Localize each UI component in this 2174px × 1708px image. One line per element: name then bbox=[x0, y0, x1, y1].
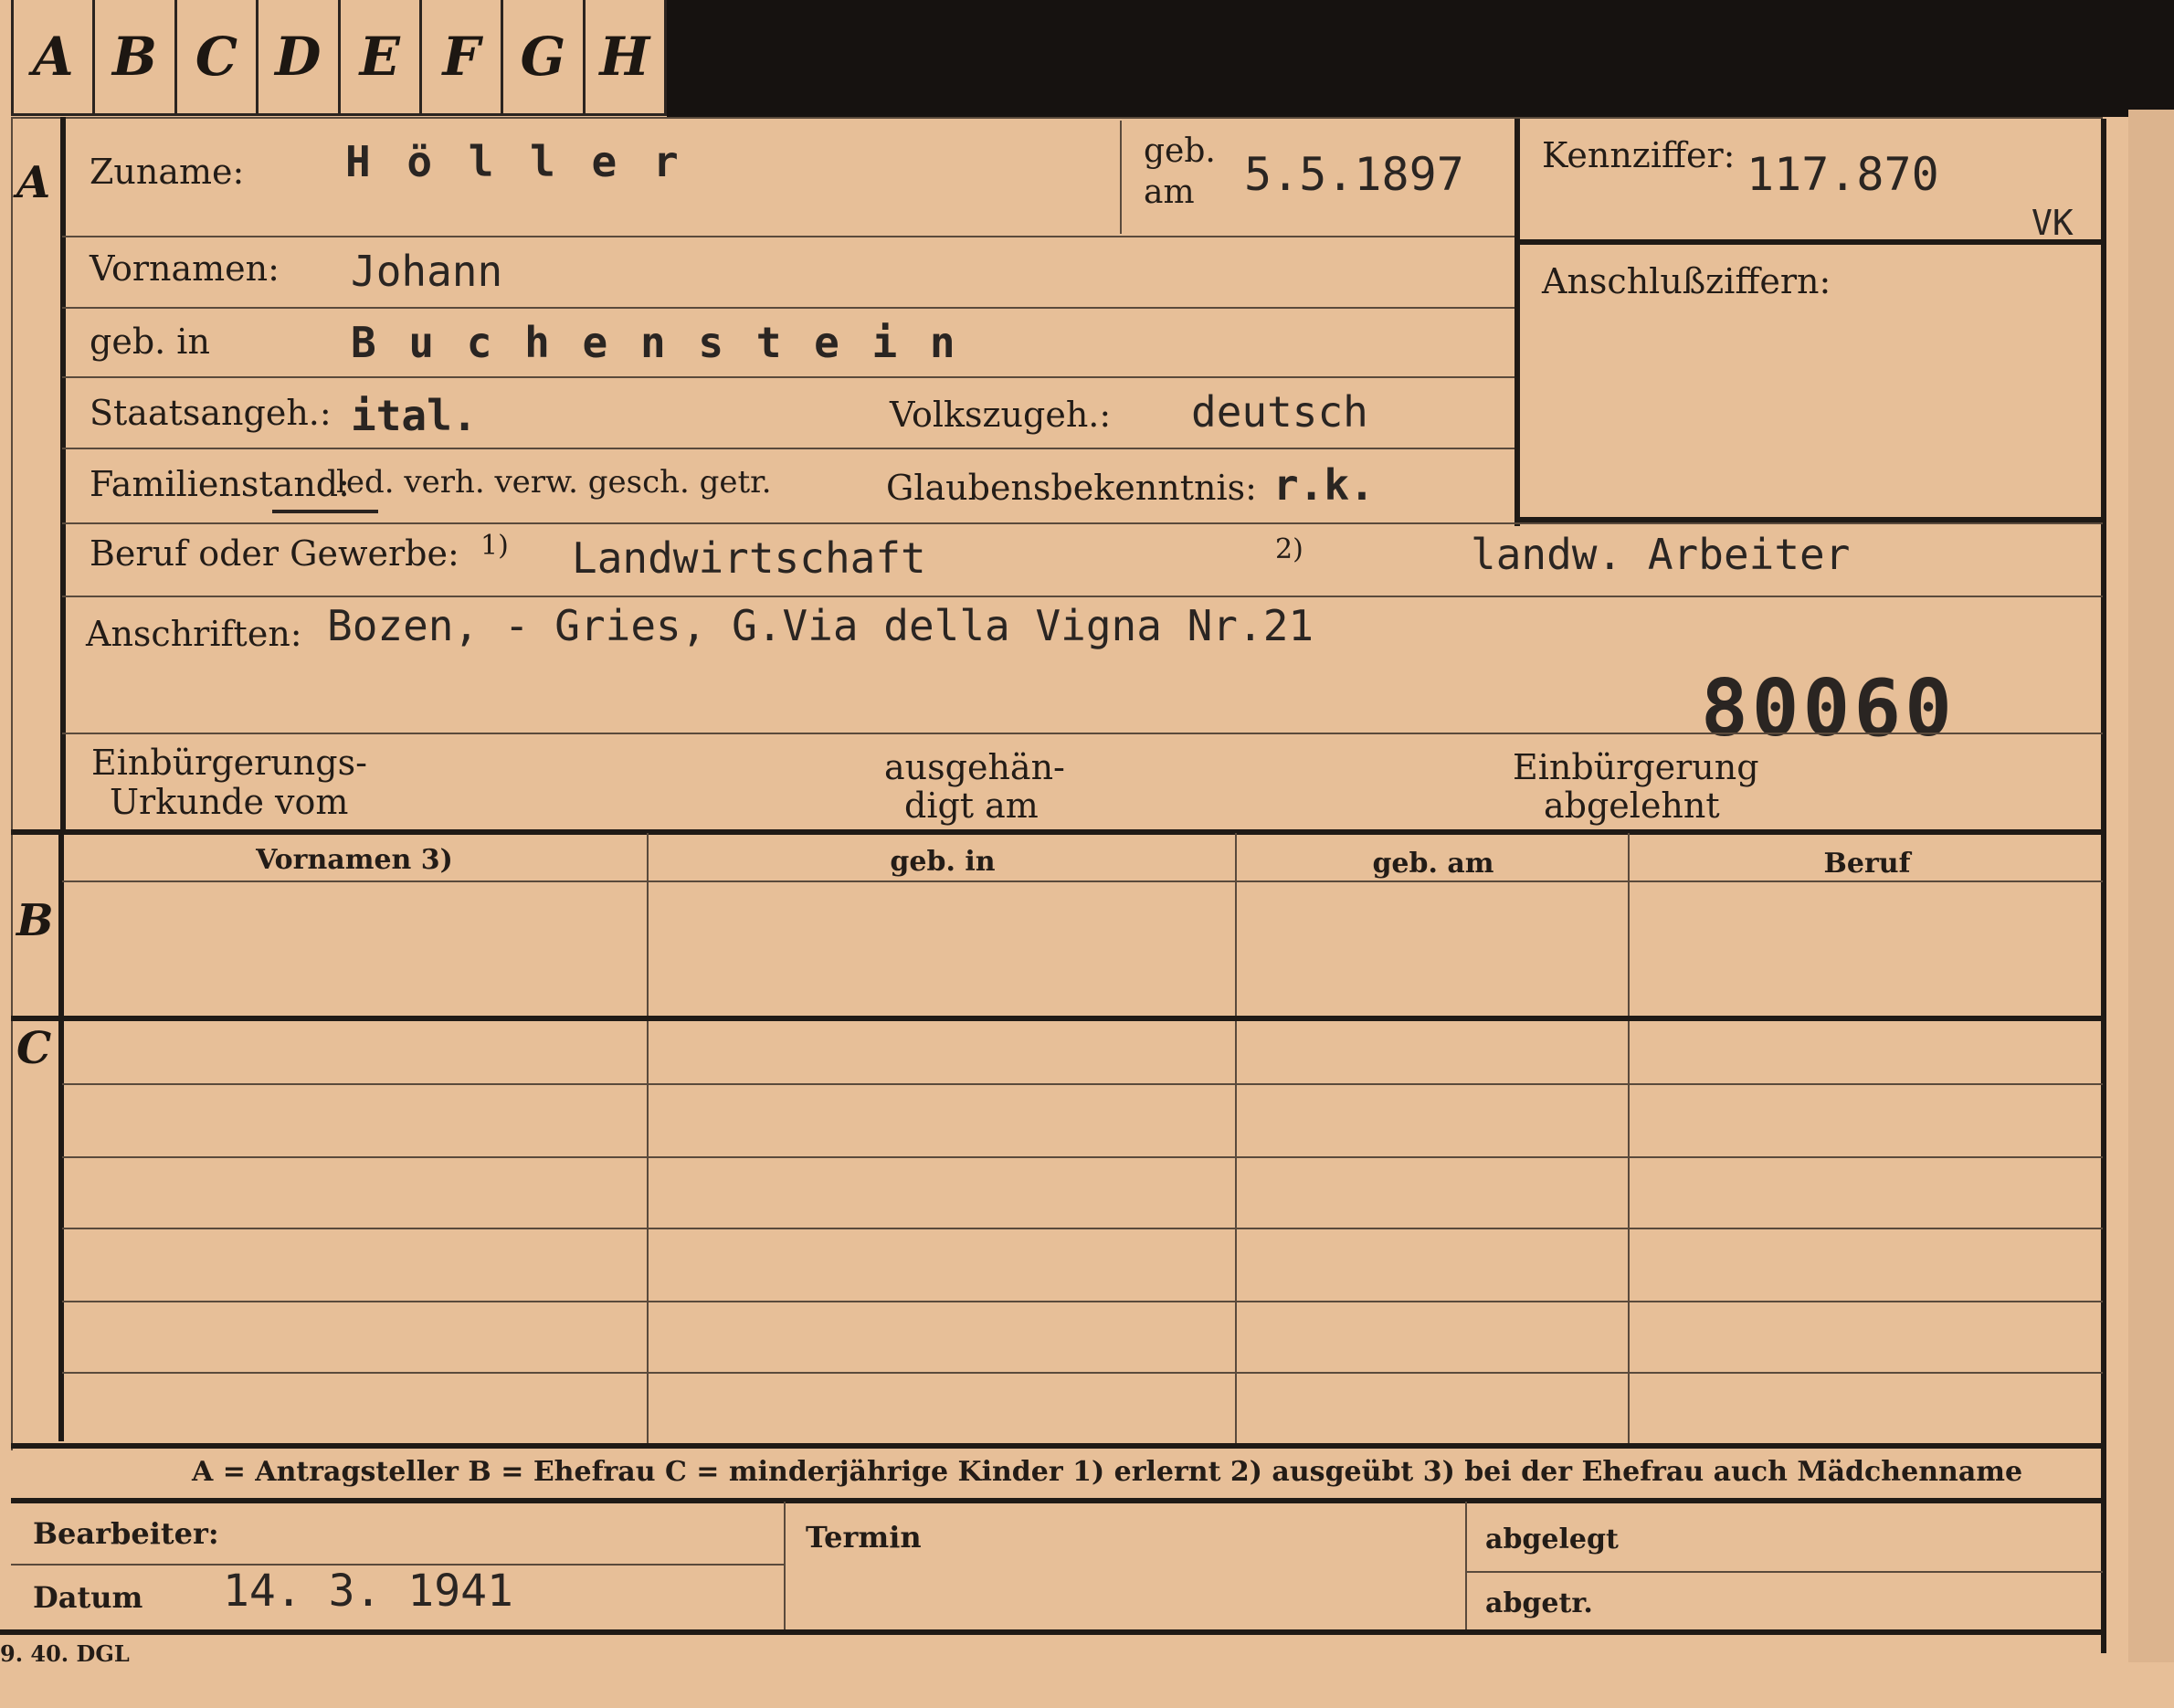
table-row bbox=[62, 1372, 2103, 1374]
rule bbox=[11, 117, 2103, 119]
rule bbox=[62, 596, 2103, 597]
ausgehaendigt-1: ausgehän- bbox=[884, 747, 1065, 787]
table-row bbox=[62, 1156, 2103, 1158]
legend-text: A = Antragsteller B = Ehefrau C = minder… bbox=[192, 1456, 2023, 1488]
anschlussziffern-label: Anschlußziffern: bbox=[1542, 261, 1831, 301]
print-code: 9. 40. DGL bbox=[0, 1640, 130, 1667]
card-edge bbox=[2128, 110, 2174, 1662]
stamp-number: 80060 bbox=[1701, 663, 1956, 754]
vornamen-label: Vornamen: bbox=[90, 248, 280, 289]
rule bbox=[0, 1629, 2106, 1635]
beruf-note-2: 2) bbox=[1275, 533, 1303, 565]
geb-in-value: B u c h e n s t e i n bbox=[351, 318, 959, 367]
tab-b[interactable]: B bbox=[95, 0, 177, 113]
einbuergerung-abgelehnt-2: abgelehnt bbox=[1544, 785, 1720, 826]
record-card: A B C D E F G H A Zuname: H ö l l e r ge… bbox=[0, 0, 2174, 1708]
beruf-note-1: 1) bbox=[480, 530, 509, 562]
section-letter-b: B bbox=[16, 895, 54, 946]
familienstand-underline bbox=[272, 510, 378, 513]
familienstand-options: led. verh. verw. gesch. getr. bbox=[336, 464, 772, 501]
einbuergerung-urkunde-1: Einbürgerungs- bbox=[91, 743, 367, 783]
tab-f[interactable]: F bbox=[421, 0, 504, 113]
section-letter-c: C bbox=[16, 1023, 52, 1074]
staatsangeh-label: Staatsangeh.: bbox=[90, 393, 332, 433]
glaubens-label: Glaubensbekenntnis: bbox=[886, 468, 1257, 508]
volkszugeh-value: deutsch bbox=[1191, 387, 1368, 437]
rule bbox=[11, 829, 2106, 835]
zuname-value: H ö l l e r bbox=[345, 137, 684, 186]
familienstand-label: Familienstand: bbox=[90, 464, 350, 504]
rule bbox=[60, 117, 66, 831]
table-row bbox=[62, 1301, 2103, 1302]
datum-value: 14. 3. 1941 bbox=[223, 1566, 513, 1617]
beruf-value-1: Landwirtschaft bbox=[572, 533, 926, 583]
tab-d[interactable]: D bbox=[259, 0, 341, 113]
rule bbox=[647, 833, 649, 1443]
geb-am-label-1: geb. bbox=[1144, 132, 1216, 170]
geb-am-label-2: am bbox=[1144, 174, 1195, 211]
rule bbox=[11, 1016, 2106, 1021]
background-strip bbox=[667, 0, 2174, 117]
kennziffer-label: Kennziffer: bbox=[1542, 135, 1736, 175]
rule bbox=[62, 307, 1514, 309]
datum-label: Datum bbox=[33, 1580, 143, 1615]
tab-c[interactable]: C bbox=[176, 0, 259, 113]
tab-e[interactable]: E bbox=[340, 0, 422, 113]
tab-h[interactable]: H bbox=[585, 0, 667, 113]
rule bbox=[1235, 833, 1237, 1443]
rule bbox=[62, 733, 2103, 734]
vornamen-value: Johann bbox=[351, 247, 503, 296]
rule bbox=[2101, 119, 2106, 1653]
table-row bbox=[62, 1083, 2103, 1085]
bearbeiter-label: Bearbeiter: bbox=[33, 1516, 219, 1551]
rule bbox=[62, 522, 2103, 524]
table-row bbox=[62, 1228, 2103, 1229]
abgelegt-label: abgelegt bbox=[1485, 1523, 1619, 1555]
rule bbox=[1628, 833, 1630, 1443]
einbuergerung-abgelehnt-1: Einbürgerung bbox=[1513, 747, 1759, 787]
beruf-label: Beruf oder Gewerbe: bbox=[90, 533, 459, 574]
section-letter-a: A bbox=[16, 157, 51, 208]
glaubens-value: r.k. bbox=[1273, 460, 1375, 510]
kennziffer-suffix: VK bbox=[2032, 203, 2074, 243]
rule bbox=[784, 1502, 786, 1629]
abgetr-label: abgetr. bbox=[1485, 1587, 1593, 1619]
rule bbox=[62, 448, 1514, 449]
staatsangeh-value: ital. bbox=[351, 391, 478, 440]
kennziffer-value: 117.870 bbox=[1747, 148, 1939, 201]
volkszugeh-label: Volkszugeh.: bbox=[890, 395, 1112, 435]
anschriften-value: Bozen, - Gries, G.Via della Vigna Nr.21 bbox=[327, 601, 1314, 650]
table-header-geb-in: geb. in bbox=[890, 846, 996, 878]
termin-label: Termin bbox=[806, 1520, 922, 1555]
rule bbox=[11, 1498, 2106, 1503]
zuname-label: Zuname: bbox=[90, 152, 245, 192]
rule bbox=[1467, 1571, 2103, 1573]
rule bbox=[1120, 121, 1122, 234]
rule bbox=[1514, 239, 2106, 245]
rule bbox=[11, 1443, 2106, 1449]
tab-g[interactable]: G bbox=[503, 0, 586, 113]
rule bbox=[11, 117, 13, 1450]
index-tabs: A B C D E F G H bbox=[11, 0, 667, 116]
beruf-value-2: landw. Arbeiter bbox=[1471, 530, 1851, 579]
geb-in-label: geb. in bbox=[90, 322, 210, 362]
ausgehaendigt-2: digt am bbox=[904, 785, 1039, 826]
einbuergerung-urkunde-2: Urkunde vom bbox=[110, 782, 349, 822]
rule bbox=[1465, 1502, 1467, 1629]
table-header-beruf: Beruf bbox=[1823, 848, 1911, 880]
table-header-geb-am: geb. am bbox=[1372, 848, 1494, 880]
geb-am-value: 5.5.1897 bbox=[1244, 148, 1464, 201]
table-header-vornamen: Vornamen 3) bbox=[256, 844, 453, 876]
anschriften-label: Anschriften: bbox=[86, 614, 302, 654]
rule bbox=[62, 880, 2103, 882]
rule bbox=[58, 831, 64, 1441]
rule bbox=[62, 376, 1514, 378]
tab-a[interactable]: A bbox=[11, 0, 96, 113]
rule bbox=[1514, 119, 1520, 526]
rule bbox=[62, 236, 1514, 237]
